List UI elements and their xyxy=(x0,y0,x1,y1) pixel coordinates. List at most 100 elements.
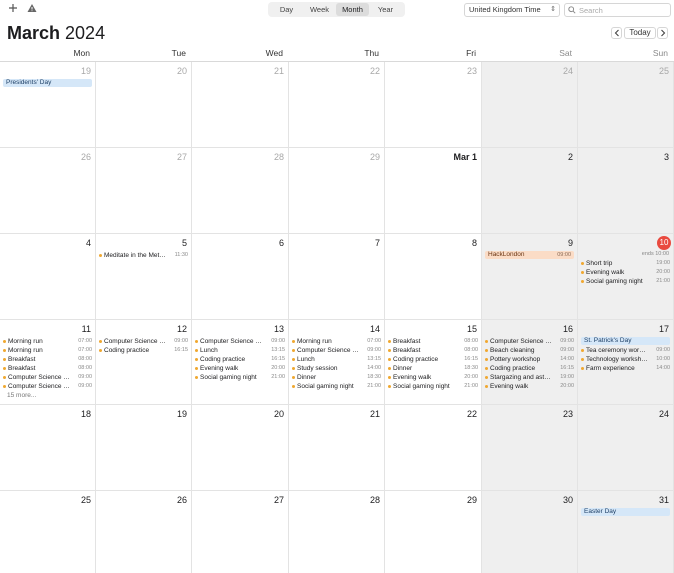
calendar-event[interactable]: Coding practice 16:15 xyxy=(387,355,478,364)
calendar-event[interactable]: Breakfast 08:00 xyxy=(2,364,92,373)
calendar-event[interactable]: Lunch 13:15 xyxy=(194,346,285,355)
day-cell[interactable]: 23 xyxy=(385,62,482,148)
calendar-event[interactable]: Social gaming night 21:00 xyxy=(387,382,478,391)
warning-icon[interactable] xyxy=(25,2,39,16)
day-cell[interactable]: 28 xyxy=(192,148,289,234)
calendar-event[interactable]: Dinner 18:30 xyxy=(291,373,381,382)
timezone-select[interactable]: United Kingdom Time ⇕ xyxy=(464,3,560,17)
day-cell[interactable]: 19 xyxy=(96,405,192,491)
event-title: Morning run xyxy=(8,347,43,354)
holiday-event[interactable]: Easter Day xyxy=(581,508,670,516)
day-cell[interactable]: 27 xyxy=(96,148,192,234)
calendar-event[interactable]: Evening walk 20:00 xyxy=(484,382,574,391)
holiday-event[interactable]: St. Patrick's Day xyxy=(581,337,670,345)
day-cell[interactable]: 15 Breakfast 08:00 Breakfast 08:00 Coding pra… xyxy=(385,320,482,405)
day-cell[interactable]: 30 xyxy=(482,491,578,573)
day-cell[interactable]: 20 xyxy=(96,62,192,148)
day-cell[interactable]: 17 St. Patrick's Day Tea ceremony works...… xyxy=(578,320,674,405)
view-month-button[interactable]: Month xyxy=(336,3,369,16)
calendar-event[interactable]: Farm experience 14:00 xyxy=(580,364,670,373)
day-cell[interactable]: 24 xyxy=(482,62,578,148)
day-number: 19 xyxy=(176,409,187,419)
calendar-event[interactable]: Short trip 19:00 xyxy=(580,259,670,268)
day-cell[interactable]: 24 xyxy=(578,405,674,491)
calendar-event[interactable]: Tea ceremony works... 09:00 xyxy=(580,346,670,355)
day-cell[interactable]: 10 ends 10:00 Short trip 19:00 Evening walk 2… xyxy=(578,234,674,320)
calendar-event[interactable]: Coding practice 16:15 xyxy=(484,364,574,373)
day-cell[interactable]: 6 xyxy=(192,234,289,320)
search-field[interactable] xyxy=(564,3,671,17)
calendar-event[interactable]: Computer Science C... 09:00 xyxy=(2,373,92,382)
all-day-event[interactable]: HackLondon 09:00 xyxy=(485,251,574,259)
calendar-event[interactable]: Computer Science L... 09:00 xyxy=(2,382,92,391)
view-year-button[interactable]: Year xyxy=(369,3,402,16)
calendar-event[interactable]: Beach cleaning 09:00 xyxy=(484,346,574,355)
today-button[interactable]: Today xyxy=(624,27,656,39)
day-cell[interactable]: 25 xyxy=(0,491,96,573)
calendar-event[interactable]: Lunch 13:15 xyxy=(291,355,381,364)
calendar-event[interactable]: Computer Science C... 09:00 xyxy=(98,337,188,346)
day-cell[interactable]: 26 xyxy=(96,491,192,573)
day-cell[interactable]: 13 Computer Science C... 09:00 Lunch 13:15 Co… xyxy=(192,320,289,405)
day-cell[interactable]: 8 xyxy=(385,234,482,320)
day-cell[interactable]: Mar 1 xyxy=(385,148,482,234)
calendar-event[interactable]: Morning run 07:00 xyxy=(2,346,92,355)
day-cell[interactable]: 29 xyxy=(385,491,482,573)
day-cell[interactable]: 5 Meditate in the Meta... 11:30 xyxy=(96,234,192,320)
calendar-event[interactable]: Stargazing and astro... 19:00 xyxy=(484,373,574,382)
plus-icon[interactable] xyxy=(6,2,20,16)
day-cell[interactable]: 11 Morning run 07:00 Morning run 07:00 Breakf… xyxy=(0,320,96,405)
day-cell[interactable]: 7 xyxy=(289,234,385,320)
next-month-button[interactable] xyxy=(657,27,668,39)
day-cell[interactable]: 19 Presidents' Day xyxy=(0,62,96,148)
day-cell[interactable]: 31 Easter Day xyxy=(578,491,674,573)
calendar-event[interactable]: Computer Science C... 09:00 xyxy=(291,346,381,355)
day-cell[interactable]: 22 xyxy=(385,405,482,491)
calendar-event[interactable]: Meditate in the Meta... 11:30 xyxy=(98,251,188,260)
day-cell[interactable]: 9 HackLondon 09:00 xyxy=(482,234,578,320)
calendar-event[interactable]: Breakfast 08:00 xyxy=(387,337,478,346)
calendar-event[interactable]: Technology workshop 10:00 xyxy=(580,355,670,364)
holiday-event[interactable]: Presidents' Day xyxy=(3,79,92,87)
prev-month-button[interactable] xyxy=(611,27,622,39)
calendar-event[interactable]: Evening walk 20:00 xyxy=(387,373,478,382)
calendar-event[interactable]: Social gaming night 21:00 xyxy=(580,277,670,286)
day-cell[interactable]: 22 xyxy=(289,62,385,148)
calendar-event[interactable]: Study session 14:00 xyxy=(291,364,381,373)
calendar-event[interactable]: Evening walk 20:00 xyxy=(580,268,670,277)
calendar-event[interactable]: Computer Science C... 09:00 xyxy=(484,337,574,346)
calendar-event[interactable]: Morning run 07:00 xyxy=(291,337,381,346)
day-cell[interactable]: 4 xyxy=(0,234,96,320)
calendar-event[interactable]: Social gaming night 21:00 xyxy=(291,382,381,391)
calendar-event[interactable]: Evening walk 20:00 xyxy=(194,364,285,373)
calendar-event[interactable]: Social gaming night 21:00 xyxy=(194,373,285,382)
more-events-link[interactable]: 15 more... xyxy=(7,391,36,400)
day-cell[interactable]: 27 xyxy=(192,491,289,573)
calendar-event[interactable]: Coding practice 16:15 xyxy=(98,346,188,355)
day-cell[interactable]: 2 xyxy=(482,148,578,234)
day-cell[interactable]: 29 xyxy=(289,148,385,234)
calendar-event[interactable]: Morning run 07:00 xyxy=(2,337,92,346)
day-cell[interactable]: 21 xyxy=(289,405,385,491)
day-cell[interactable]: 20 xyxy=(192,405,289,491)
event-title: Breakfast xyxy=(8,365,36,372)
view-day-button[interactable]: Day xyxy=(270,3,303,16)
search-input[interactable] xyxy=(579,4,667,16)
calendar-event[interactable]: Pottery workshop 14:00 xyxy=(484,355,574,364)
day-cell[interactable]: 26 xyxy=(0,148,96,234)
calendar-event[interactable]: Breakfast 08:00 xyxy=(387,346,478,355)
day-cell[interactable]: 3 xyxy=(578,148,674,234)
calendar-event[interactable]: Dinner 18:30 xyxy=(387,364,478,373)
calendar-event[interactable]: Breakfast 08:00 xyxy=(2,355,92,364)
day-cell[interactable]: 18 xyxy=(0,405,96,491)
day-cell[interactable]: 16 Computer Science C... 09:00 Beach cleani… xyxy=(482,320,578,405)
calendar-event[interactable]: Computer Science C... 09:00 xyxy=(194,337,285,346)
day-cell[interactable]: 21 xyxy=(192,62,289,148)
view-week-button[interactable]: Week xyxy=(303,3,336,16)
day-cell[interactable]: 23 xyxy=(482,405,578,491)
day-cell[interactable]: 25 xyxy=(578,62,674,148)
day-cell[interactable]: 28 xyxy=(289,491,385,573)
day-cell[interactable]: 14 Morning run 07:00 Computer Science C... 0… xyxy=(289,320,385,405)
day-cell[interactable]: 12 Computer Science C... 09:00 Coding pract… xyxy=(96,320,192,405)
calendar-event[interactable]: Coding practice 16:15 xyxy=(194,355,285,364)
